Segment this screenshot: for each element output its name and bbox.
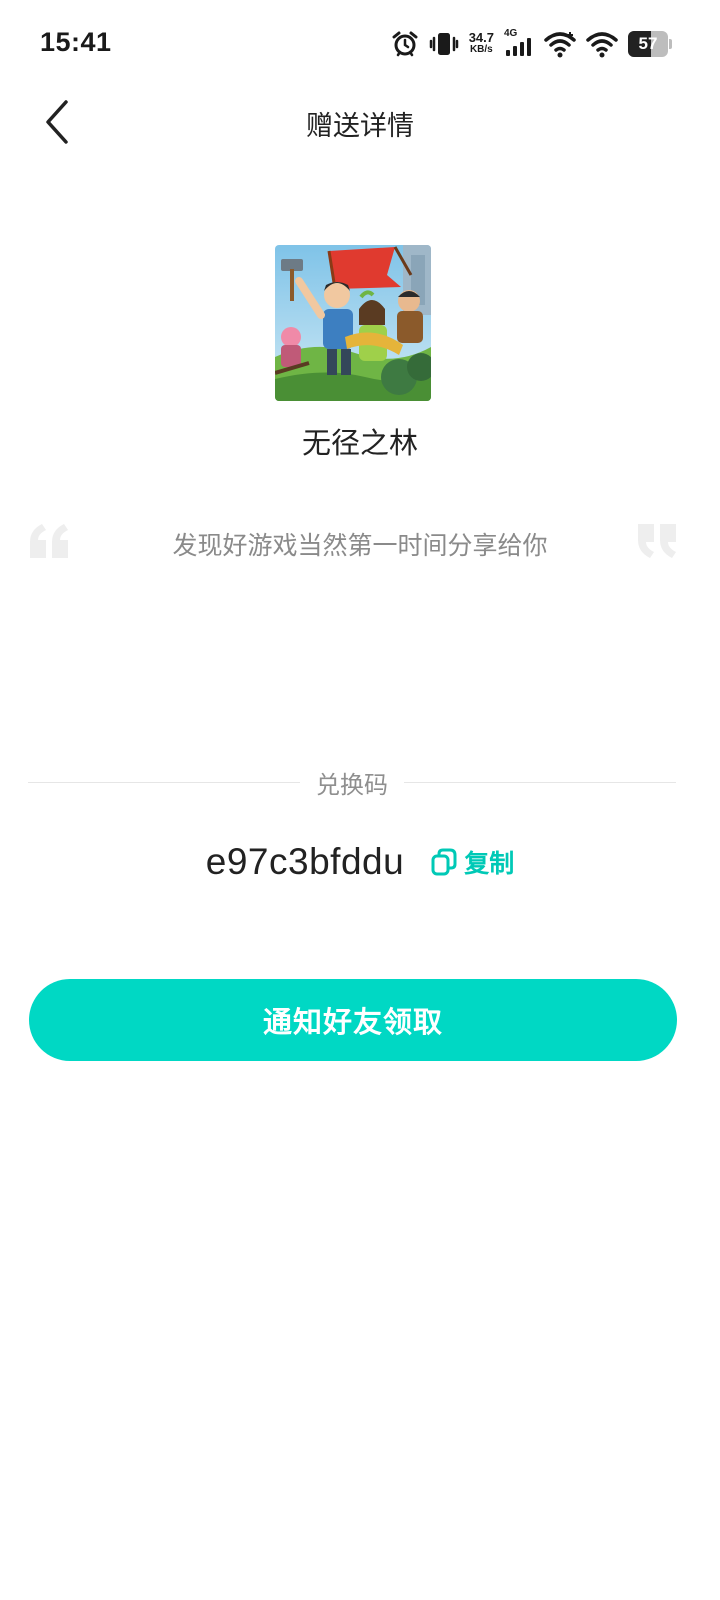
redeem-code-label: 兑换码 [316,770,388,799]
status-time: 15:41 [40,27,112,57]
copy-label: 复制 [464,849,515,878]
redeem-code-row: e97c3bfddu 复制 [0,836,720,888]
quote-open-icon [28,524,72,558]
copy-icon [431,848,457,876]
network-speed-unit: KB/s [469,44,493,55]
wifi-icon [544,26,576,62]
divider-line-right [404,781,676,783]
alarm-icon [391,26,419,62]
page-title: 赠送详情 [306,111,414,142]
status-icons: 34.7 KB/s 4G 57 [391,26,672,62]
network-type-label: 4G [504,28,518,39]
game-name: 无径之林 [301,426,418,460]
copy-button[interactable]: 复制 [430,844,514,880]
share-message: 发现好游戏当然第一时间分享给你 [172,531,548,560]
vibrate-icon [429,26,459,62]
cellular-signal: 4G [504,26,534,62]
wifi-icon-secondary [586,26,618,62]
network-speed: 34.7 KB/s [469,26,494,62]
header: 赠送详情 [0,88,720,156]
redeem-code-divider: 兑换码 [28,762,676,802]
quote-close-icon [636,524,680,558]
redeem-code-value: e97c3bfddu [205,841,405,882]
notify-friend-button[interactable]: 通知好友领取 [29,979,677,1061]
game-cover-image [275,245,431,401]
status-bar: 15:41 34.7 KB/s 4G 57 [0,0,720,88]
network-speed-value: 34.7 [468,30,494,45]
battery-icon: 57 [628,31,672,57]
battery-level: 57 [638,34,658,53]
divider-line-left [28,781,300,783]
